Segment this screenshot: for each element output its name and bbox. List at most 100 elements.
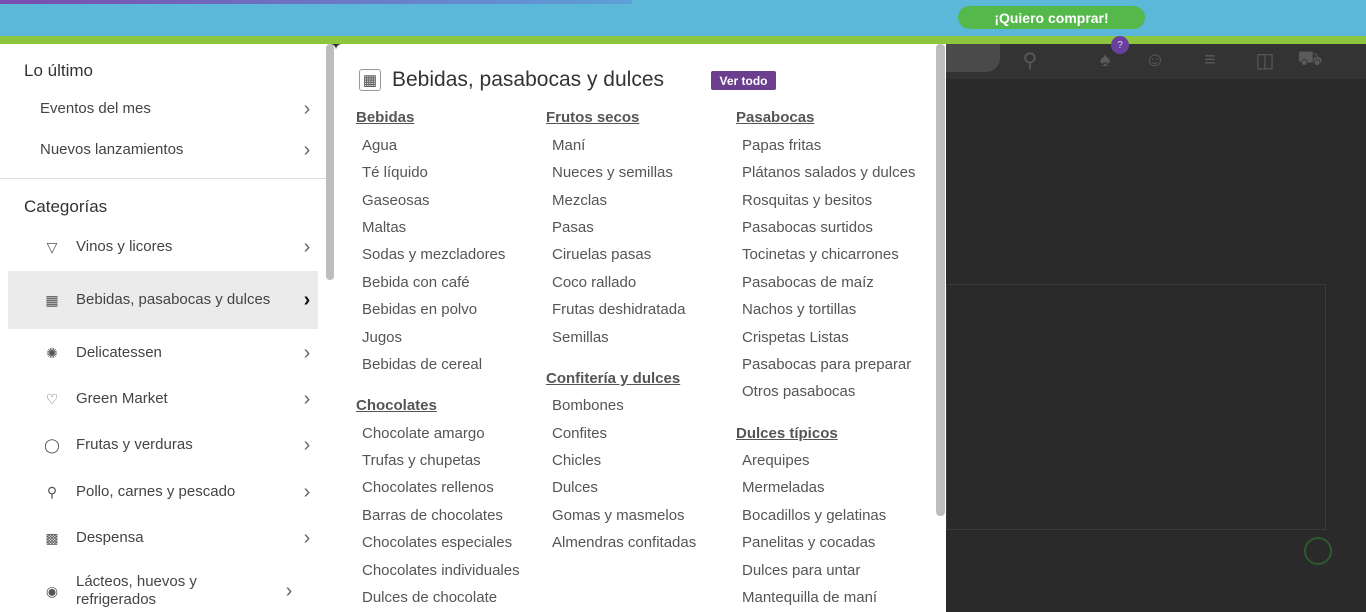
subcategory-link[interactable]: Papas fritas (742, 137, 821, 154)
subcategory-link[interactable]: Chocolates rellenos (362, 479, 494, 496)
category-label: Delicatessen (76, 344, 162, 361)
chevron-right-icon: › (303, 288, 311, 311)
subcategory-link[interactable]: Chocolates especiales (362, 534, 512, 551)
banner-stripe (0, 0, 632, 4)
notification-badge: ? (1111, 36, 1129, 54)
subcategory-link[interactable]: Almendras confitadas (552, 534, 696, 551)
category-lacteos[interactable]: ◉ Lácteos, huevos y refrigerados › (8, 571, 318, 611)
chevron-right-icon: › (303, 526, 311, 549)
category-label: Despensa (76, 529, 144, 546)
categories-section-title: Categorías (24, 197, 108, 216)
subcategory-link[interactable]: Jugos (362, 329, 402, 346)
subcategory-link[interactable]: Té líquido (362, 164, 428, 181)
subcategory-panel-scrollbar[interactable] (936, 44, 945, 516)
buy-button[interactable]: ¡Quiero comprar! (958, 6, 1145, 29)
subcategory-heading[interactable]: Pasabocas (736, 109, 814, 126)
apple-icon: ◯ (44, 436, 60, 453)
user-icon[interactable]: ☺ (1141, 46, 1169, 74)
category-label: Frutas y verduras (76, 436, 193, 453)
menu-item-nuevos[interactable]: Nuevos lanzamientos › (8, 137, 318, 163)
subcategory-link[interactable]: Gomas y masmelos (552, 507, 685, 524)
category-vinos[interactable]: ▽ Vinos y licores › (8, 234, 318, 260)
subcategory-link[interactable]: Gaseosas (362, 192, 430, 209)
category-label: Lácteos, huevos y refrigerados (76, 573, 197, 608)
subcategory-link[interactable]: Nueces y semillas (552, 164, 673, 181)
menu-item-eventos[interactable]: Eventos del mes › (8, 96, 318, 122)
subcategory-heading[interactable]: Chocolates (356, 397, 437, 414)
category-frutas[interactable]: ◯ Frutas y verduras › (8, 432, 318, 458)
subcategory-link[interactable]: Maní (552, 137, 585, 154)
subcategory-link[interactable]: Pasas (552, 219, 594, 236)
subcategory-link[interactable]: Mermeladas (742, 479, 825, 496)
category-delicatessen[interactable]: ✺ Delicatessen › (8, 340, 318, 366)
category-pollo[interactable]: ⚲ Pollo, carnes y pescado › (8, 479, 318, 505)
subcategory-heading[interactable]: Confitería y dulces (546, 370, 680, 387)
subcategory-link[interactable]: Arequipes (742, 452, 810, 469)
subcategory-link[interactable]: Plátanos salados y dulces (742, 164, 915, 181)
subcategory-link[interactable]: Frutas deshidratada (552, 301, 685, 318)
see-all-button[interactable]: Ver todo (711, 71, 776, 90)
page: ¡Quiero comprar! ⚲ ♠ ☺ ≡ ◫ ⛟ ? Lo último… (0, 0, 1366, 612)
snacks-icon: ▦ (45, 291, 59, 308)
heart-icon: ♡ (45, 390, 59, 407)
search-icon[interactable]: ⚲ (1016, 46, 1044, 74)
subcategory-link[interactable]: Tocinetas y chicarrones (742, 246, 899, 263)
menu-item-label: Eventos del mes (40, 100, 151, 117)
subcategory-link[interactable]: Mantequilla de maní (742, 589, 877, 606)
subcategory-link[interactable]: Otros pasabocas (742, 383, 855, 400)
subcategory-link[interactable]: Bebidas de cereal (362, 356, 482, 373)
subcategory-link[interactable]: Dulces de chocolate (362, 589, 497, 606)
chevron-right-icon: › (303, 387, 311, 410)
subcategory-link[interactable]: Pasabocas para preparar (742, 356, 911, 373)
subcategory-link[interactable]: Panelitas y cocadas (742, 534, 875, 551)
category-green-market[interactable]: ♡ Green Market › (8, 386, 318, 412)
subcategory-link[interactable]: Agua (362, 137, 397, 154)
subcategory-link[interactable]: Crispetas Listas (742, 329, 849, 346)
category-label: Green Market (76, 390, 168, 407)
subcategory-link[interactable]: Chicles (552, 452, 601, 469)
header-accent-line (0, 36, 1366, 44)
subcategory-link[interactable]: Ciruelas pasas (552, 246, 651, 263)
subcategory-link[interactable]: Mezclas (552, 192, 607, 209)
subcategory-link[interactable]: Pasabocas surtidos (742, 219, 873, 236)
help-icon (1304, 537, 1332, 565)
subcategory-link[interactable]: Trufas y chupetas (362, 452, 481, 469)
subcategory-link[interactable]: Rosquitas y besitos (742, 192, 872, 209)
cart-icon[interactable]: ⛟ (1296, 46, 1324, 74)
subcategory-link[interactable]: Barras de chocolates (362, 507, 503, 524)
subcategory-link[interactable]: Chocolates individuales (362, 562, 520, 579)
subcategory-link[interactable]: Pasabocas de maíz (742, 274, 874, 291)
subcategory-link[interactable]: Confites (552, 425, 607, 442)
subcategory-link[interactable]: Dulces (552, 479, 598, 496)
chevron-right-icon: › (303, 480, 311, 503)
subcategory-link[interactable]: Dulces para untar (742, 562, 860, 579)
subcategory-heading[interactable]: Bebidas (356, 109, 414, 126)
basket-icon[interactable]: ◫ (1251, 46, 1279, 74)
subcategory-link[interactable]: Maltas (362, 219, 406, 236)
subcategory-link[interactable]: Bocadillos y gelatinas (742, 507, 886, 524)
chevron-right-icon: › (303, 97, 311, 120)
subcategory-link[interactable]: Nachos y tortillas (742, 301, 856, 318)
subcategory-link[interactable]: Semillas (552, 329, 609, 346)
category-bebidas[interactable]: ▦ Bebidas, pasabocas y dulces › (8, 271, 318, 329)
subcategory-link[interactable]: Sodas y mezcladores (362, 246, 505, 263)
subcategory-heading[interactable]: Dulces típicos (736, 425, 838, 442)
menu-divider (0, 178, 326, 179)
cookie-icon: ✺ (46, 344, 58, 361)
chevron-right-icon: › (303, 341, 311, 364)
wine-glass-icon: ▽ (46, 238, 58, 255)
subcategory-link[interactable]: Bebidas en polvo (362, 301, 477, 318)
category-label: Vinos y licores (76, 238, 173, 255)
subcategory-link[interactable]: Chocolate amargo (362, 425, 485, 442)
chevron-right-icon: › (285, 579, 293, 602)
category-despensa[interactable]: ▩ Despensa › (8, 525, 318, 551)
background-card (946, 284, 1326, 530)
category-menu-scrollbar[interactable] (326, 44, 334, 280)
subcategory-link[interactable]: Coco rallado (552, 274, 636, 291)
subcategory-heading[interactable]: Frutos secos (546, 109, 639, 126)
subcategory-title: Bebidas, pasabocas y dulces (392, 68, 665, 91)
list-icon[interactable]: ≡ (1196, 46, 1224, 74)
subcategory-link[interactable]: Bebida con café (362, 274, 470, 291)
snacks-icon: ▦ (359, 69, 381, 91)
subcategory-link[interactable]: Bombones (552, 397, 624, 414)
